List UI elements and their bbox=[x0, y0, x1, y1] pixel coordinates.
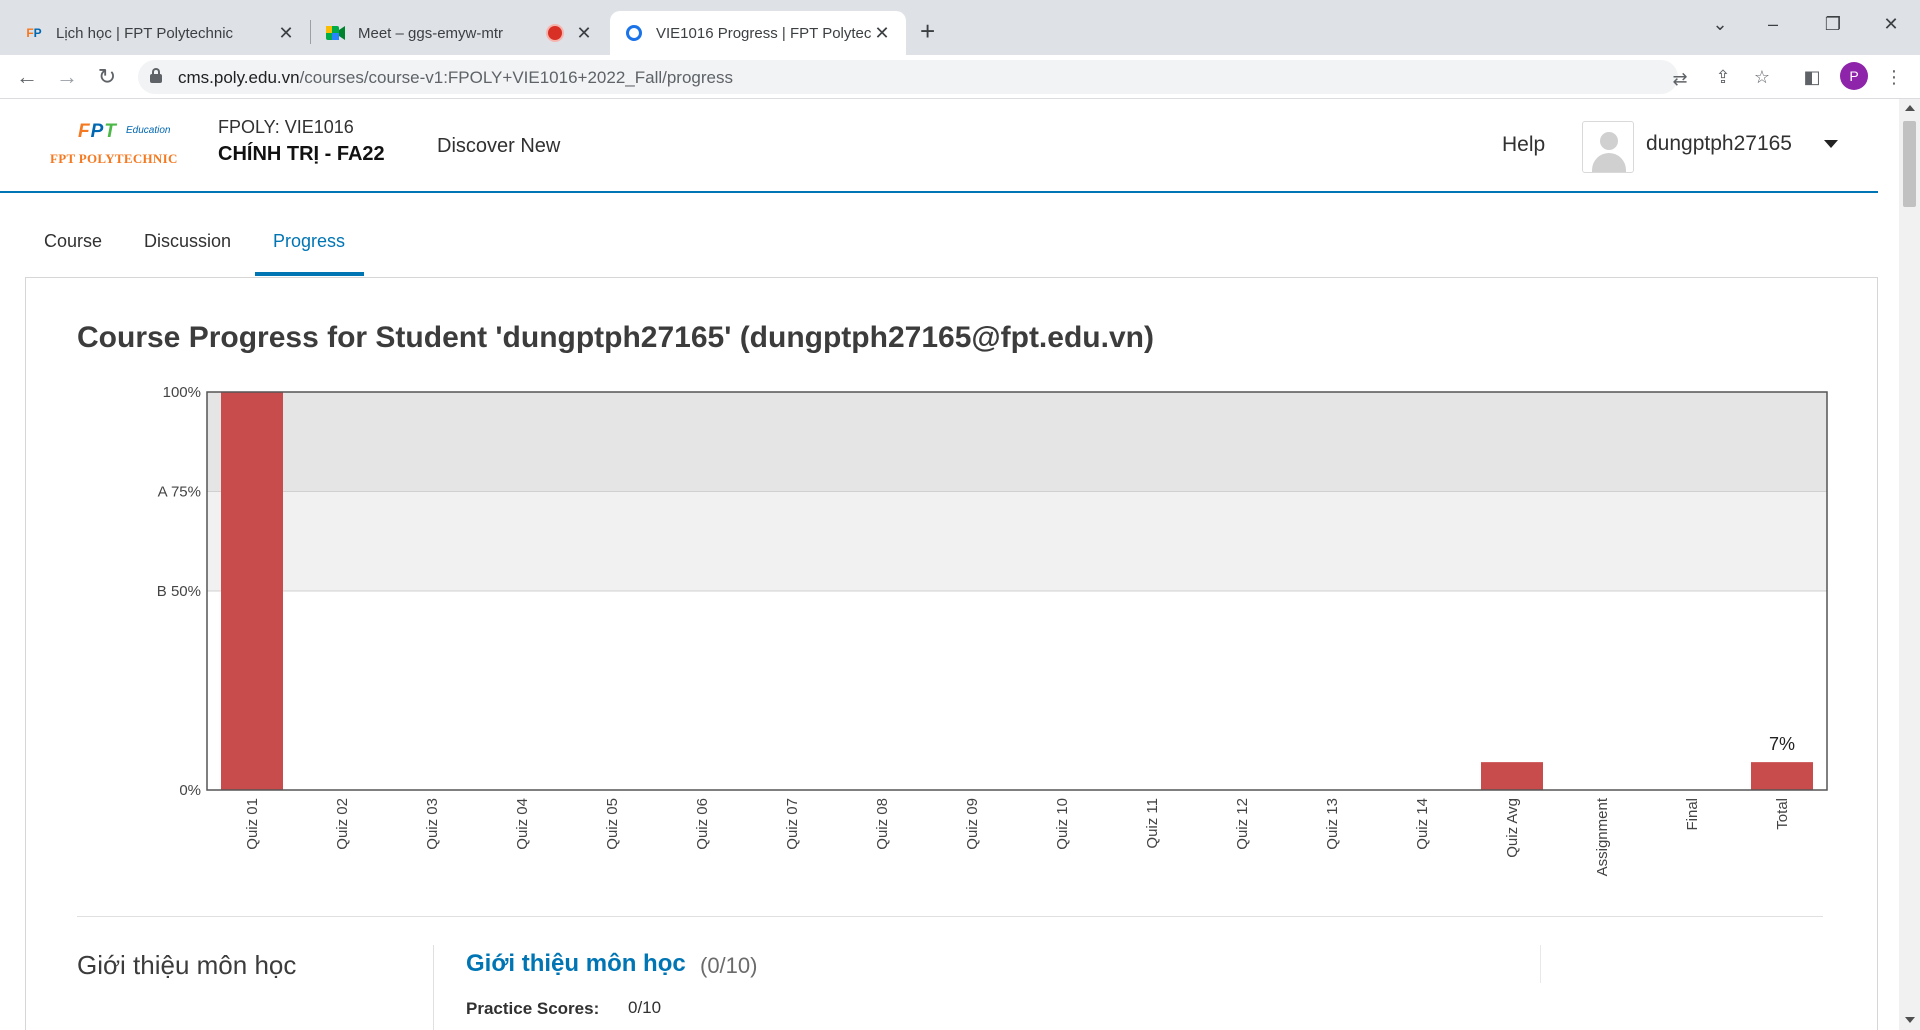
scrollbar-thumb[interactable] bbox=[1903, 121, 1916, 207]
close-icon[interactable]: ✕ bbox=[872, 23, 892, 44]
course-name: CHÍNH TRỊ - FA22 bbox=[218, 143, 385, 165]
profile-avatar[interactable]: P bbox=[1840, 62, 1868, 90]
close-icon[interactable]: ✕ bbox=[276, 23, 296, 44]
scroll-up-icon[interactable] bbox=[1905, 105, 1915, 111]
tab-discussion[interactable]: Discussion bbox=[144, 231, 231, 252]
x-tick-label: Quiz 07 bbox=[784, 798, 801, 850]
browser-toolbar: ← → ↻ cms.poly.edu.vn/courses/course-v1:… bbox=[0, 55, 1920, 99]
maximize-button[interactable]: ❐ bbox=[1818, 14, 1848, 35]
x-tick-label: Quiz 04 bbox=[514, 798, 531, 850]
side-panel-icon[interactable]: ◧ bbox=[1800, 66, 1824, 88]
browser-tab-meet[interactable]: Meet – ggs-emyw-mtr ✕ bbox=[312, 11, 608, 55]
logo-subtext: Education bbox=[126, 125, 171, 136]
x-tick-label: Quiz 13 bbox=[1324, 798, 1341, 850]
section-divider bbox=[77, 916, 1823, 917]
chart-bar bbox=[1751, 762, 1813, 790]
chapter-divider bbox=[433, 945, 434, 1030]
share-icon[interactable]: ⇪ bbox=[1711, 66, 1735, 88]
site-header: FPT Education FPT POLYTECHNIC FPOLY: VIE… bbox=[0, 99, 1878, 193]
grade-band bbox=[207, 392, 1827, 492]
page-title: Course Progress for Student 'dungptph271… bbox=[77, 321, 1154, 354]
x-tick-label: Quiz Avg bbox=[1504, 798, 1521, 858]
section-divider-right bbox=[1540, 945, 1541, 983]
x-tick-label: Quiz 05 bbox=[604, 798, 621, 850]
user-avatar[interactable] bbox=[1582, 121, 1634, 173]
practice-scores-value: 0/10 bbox=[628, 998, 662, 1017]
discover-new-link[interactable]: Discover New bbox=[437, 135, 560, 158]
back-arrow-icon[interactable]: ← bbox=[14, 64, 40, 90]
tab-title: Lịch học | FPT Polytechnic bbox=[56, 24, 234, 42]
lock-icon bbox=[150, 68, 162, 84]
section-score: (0/10) bbox=[700, 953, 758, 978]
x-tick-label: Quiz 08 bbox=[874, 798, 891, 850]
tab-progress[interactable]: Progress bbox=[273, 231, 345, 252]
course-tabs: Course Discussion Progress bbox=[0, 193, 1878, 277]
url-text: cms.poly.edu.vn/courses/course-v1:FPOLY+… bbox=[178, 68, 733, 87]
google-meet-icon bbox=[326, 23, 346, 43]
grade-chart-svg: 100% A 75% B 50% 0% Quiz 01 Quiz 02 Quiz 03 Qui… bbox=[157, 384, 1828, 876]
minimize-button[interactable]: – bbox=[1758, 14, 1788, 35]
browser-tab-progress[interactable]: VIE1016 Progress | FPT Polytechnic ✕ bbox=[610, 11, 906, 55]
fpt-polytechnic-logo[interactable]: FPT Education FPT POLYTECHNIC bbox=[48, 121, 198, 171]
user-menu-caret-icon[interactable] bbox=[1824, 140, 1838, 148]
chart-bar bbox=[1481, 762, 1543, 790]
logo-name: FPT POLYTECHNIC bbox=[50, 151, 178, 166]
tab-title: VIE1016 Progress | FPT Polytechnic bbox=[656, 24, 872, 42]
grade-chart: 100% A 75% B 50% 0% Quiz 01 Quiz 02 Quiz 03 Qui… bbox=[130, 380, 1830, 900]
tab-separator bbox=[310, 20, 311, 44]
x-tick-label: Quiz 10 bbox=[1054, 798, 1071, 850]
practice-scores-label: Practice Scores: bbox=[466, 999, 600, 1018]
address-bar[interactable]: cms.poly.edu.vn/courses/course-v1:FPOLY+… bbox=[138, 60, 1688, 94]
browser-tab-schedule[interactable]: FP Lịch học | FPT Polytechnic ✕ bbox=[10, 11, 310, 55]
translate-icon[interactable]: ⇄ bbox=[1668, 68, 1692, 90]
tab-search-chevron-icon[interactable]: ⌄ bbox=[1705, 14, 1735, 35]
section-title-link[interactable]: Giới thiệu môn học bbox=[466, 950, 686, 978]
chapter-title: Giới thiệu môn học bbox=[77, 950, 297, 980]
x-tick-label: Quiz 03 bbox=[424, 798, 441, 850]
x-tick-label: Final bbox=[1684, 798, 1701, 831]
chart-bar bbox=[221, 392, 283, 790]
course-org: FPOLY: VIE1016 bbox=[218, 117, 354, 137]
more-menu-icon[interactable]: ⋮ bbox=[1882, 66, 1906, 88]
page-scrollbar[interactable] bbox=[1899, 99, 1920, 1030]
close-icon[interactable]: ✕ bbox=[574, 23, 594, 44]
help-link[interactable]: Help bbox=[1502, 133, 1545, 157]
x-tick-label: Assignment bbox=[1594, 797, 1611, 876]
reload-icon[interactable]: ↻ bbox=[94, 64, 120, 90]
x-tick-label: Quiz 11 bbox=[1144, 798, 1161, 849]
x-tick-label: Quiz 09 bbox=[964, 798, 981, 850]
browser-tab-strip: FP Lịch học | FPT Polytechnic ✕ Meet – g… bbox=[0, 0, 1920, 55]
x-tick-label: Total bbox=[1774, 798, 1791, 830]
tab-title: Meet – ggs-emyw-mtr bbox=[358, 24, 504, 42]
data-label: 7% bbox=[1769, 734, 1795, 754]
y-tick-label: A 75% bbox=[158, 484, 201, 501]
y-tick-label: B 50% bbox=[157, 583, 201, 600]
username[interactable]: dungptph27165 bbox=[1646, 132, 1792, 156]
openedx-icon bbox=[624, 23, 644, 43]
x-tick-label: Quiz 14 bbox=[1414, 798, 1431, 850]
window-close-button[interactable]: ✕ bbox=[1876, 14, 1906, 35]
grade-band bbox=[207, 491, 1827, 591]
tab-course[interactable]: Course bbox=[44, 231, 102, 252]
active-tab-indicator bbox=[255, 272, 364, 276]
recording-indicator-icon bbox=[548, 26, 562, 40]
scroll-down-icon[interactable] bbox=[1905, 1017, 1915, 1023]
x-tick-label: Quiz 06 bbox=[694, 798, 711, 850]
y-tick-label: 100% bbox=[163, 384, 201, 401]
y-tick-label: 0% bbox=[179, 782, 201, 799]
fpt-favicon-icon: FP bbox=[26, 26, 42, 40]
star-bookmark-icon[interactable]: ☆ bbox=[1750, 66, 1774, 88]
logo-mark: FPT bbox=[78, 121, 117, 142]
x-tick-label: Quiz 01 bbox=[244, 798, 261, 850]
x-tick-label: Quiz 12 bbox=[1234, 798, 1251, 850]
x-tick-label: Quiz 02 bbox=[334, 798, 351, 850]
new-tab-button[interactable]: + bbox=[920, 18, 935, 44]
forward-arrow-icon[interactable]: → bbox=[54, 64, 80, 90]
